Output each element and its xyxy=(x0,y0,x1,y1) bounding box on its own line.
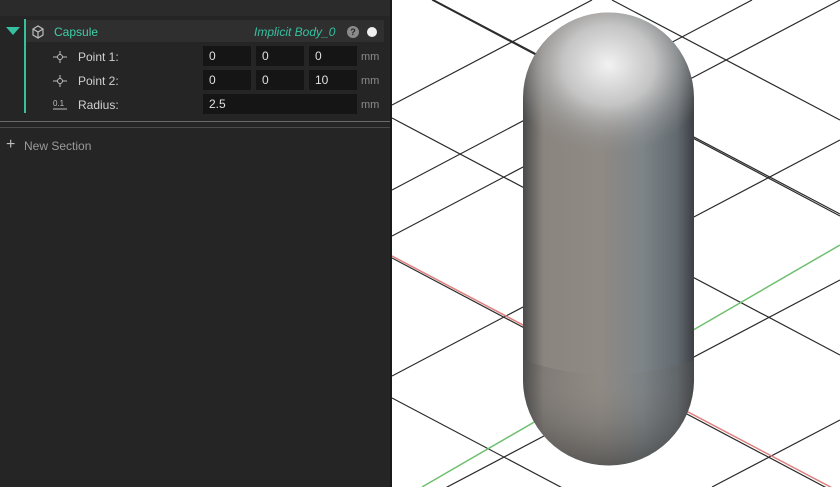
point-2-unit: mm xyxy=(361,75,380,87)
radius-field[interactable]: 2.5 xyxy=(203,94,357,114)
new-section-label: New Section xyxy=(24,139,92,153)
collapse-triangle-icon[interactable] xyxy=(6,27,20,35)
radius-label: Radius: xyxy=(78,98,119,112)
implicit-body-link[interactable]: Implicit Body_0 xyxy=(254,25,335,39)
capsule-cube-icon xyxy=(32,25,44,39)
point-1-x-field[interactable]: 0 xyxy=(203,46,251,66)
point-1-label: Point 1: xyxy=(78,50,119,64)
capsule-body[interactable] xyxy=(523,12,694,466)
section-divider xyxy=(0,121,390,122)
point-2-z-field[interactable]: 10 xyxy=(309,70,357,90)
point-2-label: Point 2: xyxy=(78,74,119,88)
help-icon[interactable]: ? xyxy=(347,26,359,38)
point-1-z-field[interactable]: 0 xyxy=(309,46,357,66)
3d-viewport[interactable] xyxy=(392,0,840,487)
point-crosshair-icon xyxy=(53,51,67,63)
point-1-unit: mm xyxy=(361,51,380,63)
visibility-dot-icon[interactable] xyxy=(367,27,377,37)
section-divider-lower xyxy=(0,127,390,128)
radius-unit: mm xyxy=(361,99,380,111)
plus-icon: + xyxy=(6,136,16,153)
panel-top-strip xyxy=(0,0,390,16)
point-1-y-field[interactable]: 0 xyxy=(256,46,304,66)
viewport-scene xyxy=(392,0,840,487)
point-2-x-field[interactable]: 0 xyxy=(203,70,251,90)
point-2-y-field[interactable]: 0 xyxy=(256,70,304,90)
radius-icon-text: 0.1 xyxy=(53,99,65,108)
radius-icon: 0.1 xyxy=(53,99,67,110)
section-title[interactable]: Capsule xyxy=(54,25,98,39)
point-crosshair-icon xyxy=(53,75,67,87)
properties-panel: Capsule Implicit Body_0 ? Point 1: 0 0 0… xyxy=(0,0,390,487)
